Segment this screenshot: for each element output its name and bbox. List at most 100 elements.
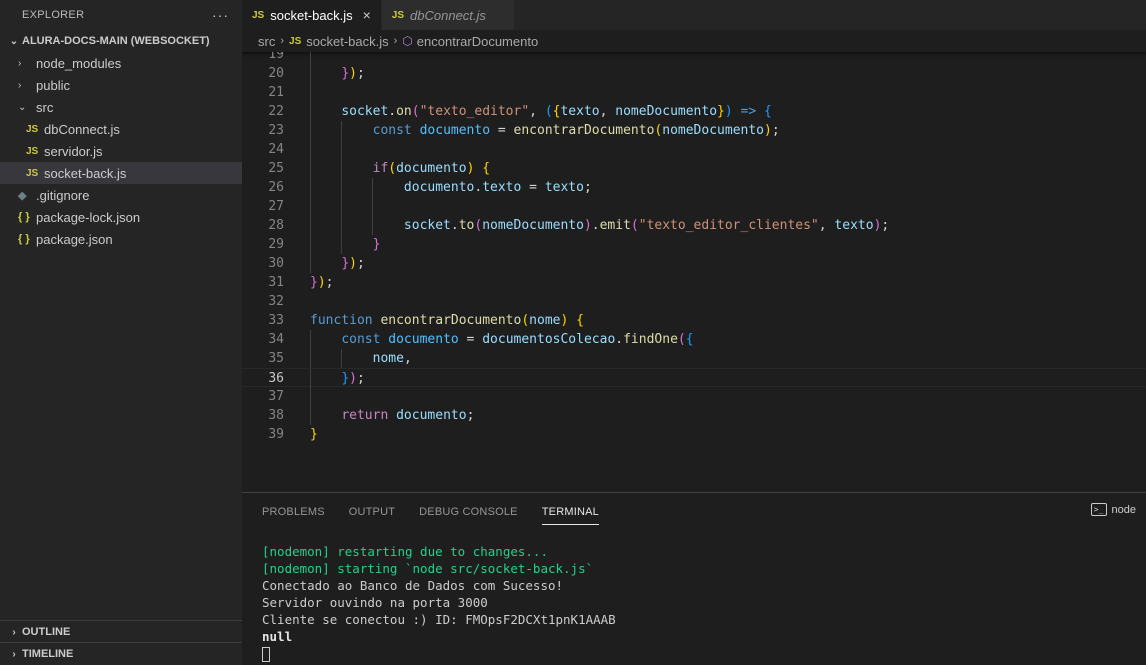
chevron-down-icon: ⌄ [18, 101, 27, 113]
code-line[interactable]: 34 const documento = documentosColecao.f… [242, 330, 1146, 349]
tree-item-label: .gitignore [36, 187, 90, 203]
terminal-line: Cliente se conectou :) ID: FMOpsF2DCXt1p… [262, 612, 616, 627]
tree-item[interactable]: › node_modules [0, 52, 242, 74]
code-line[interactable]: 33 function encontrarDocumento(nome) { [242, 311, 1146, 330]
code-text: return documento; [341, 408, 475, 423]
code-text: }); [341, 256, 365, 271]
panel-tabs: PROBLEMS OUTPUT DEBUG CONSOLE TERMINAL [242, 493, 623, 531]
terminal-selector[interactable]: >_ node [1090, 503, 1136, 516]
code-line[interactable]: 20 }); [242, 64, 1146, 83]
timeline-title: TIMELINE [22, 648, 74, 660]
js-file-icon: JS [26, 123, 39, 135]
code-line[interactable]: 30 }); [242, 254, 1146, 273]
code-line[interactable]: 35 nome, [242, 349, 1146, 368]
method-symbol-icon: ⬡ [402, 34, 413, 48]
code-line[interactable]: 37 [242, 387, 1146, 406]
timeline-section[interactable]: › TIMELINE [0, 642, 242, 665]
line-number: 31 [268, 275, 284, 290]
tree-item[interactable]: JS servidor.js [0, 140, 242, 162]
code-line[interactable]: 21 [242, 83, 1146, 102]
code-text: const documento = documentosColecao.find… [341, 332, 694, 347]
explorer-sidebar: EXPLORER ··· ⌄ ALURA-DOCS-MAIN (WEBSOCKE… [0, 0, 242, 665]
line-number: 27 [268, 199, 284, 214]
code-line[interactable]: 25 if(documento) { [242, 159, 1146, 178]
json-file-icon: { } [18, 211, 30, 223]
line-number: 25 [268, 161, 284, 176]
indent-guide [310, 83, 311, 102]
terminal-prompt[interactable] [262, 645, 616, 662]
tab-dbconnect[interactable]: JS dbConnect.js [381, 0, 515, 30]
indent-guide [341, 140, 343, 159]
code-line[interactable]: 27 [242, 197, 1146, 216]
tab-label: dbConnect.js [410, 7, 486, 23]
chevron-right-icon: › [280, 35, 285, 47]
code-text: } [372, 237, 381, 252]
tab-output[interactable]: OUTPUT [349, 500, 395, 524]
workspace-title: ALURA-DOCS-MAIN (WEBSOCKET) [22, 35, 210, 47]
breadcrumb-symbol[interactable]: encontrarDocumento [417, 34, 538, 49]
editor-tabs: JS socket-back.js × JS dbConnect.js [242, 0, 1146, 30]
code-editor[interactable]: 19 20 }); 21 22 socket.on("texto_editor", … [242, 52, 1146, 492]
explorer-header: EXPLORER ··· [0, 0, 242, 30]
terminal-line: Conectado ao Banco de Dados com Sucesso! [262, 578, 564, 593]
tab-debug-console[interactable]: DEBUG CONSOLE [419, 500, 518, 524]
code-line[interactable]: 22 socket.on("texto_editor", ({texto, no… [242, 102, 1146, 121]
bottom-panel: PROBLEMS OUTPUT DEBUG CONSOLE TERMINAL >… [242, 492, 1146, 665]
tab-problems[interactable]: PROBLEMS [262, 500, 325, 524]
line-number: 26 [268, 180, 284, 195]
code-text: if(documento) { [372, 161, 491, 176]
code-text: }); [341, 66, 365, 81]
tree-item[interactable]: › public [0, 74, 242, 96]
code-line[interactable]: 29 } [242, 235, 1146, 254]
code-line[interactable]: 24 [242, 140, 1146, 159]
code-line[interactable]: 19 [242, 52, 1146, 64]
code-text: const documento = encontrarDocumento(nom… [372, 123, 780, 138]
line-number: 30 [268, 256, 284, 271]
code-text: } [310, 427, 318, 442]
tree-item[interactable]: JS dbConnect.js [0, 118, 242, 140]
outline-section[interactable]: › OUTLINE [0, 620, 242, 643]
chevron-right-icon: › [12, 648, 16, 660]
close-icon[interactable]: × [363, 7, 371, 23]
code-text: }); [341, 371, 365, 386]
code-line[interactable]: 31}); [242, 273, 1146, 292]
indent-guide [310, 140, 311, 159]
chevron-right-icon: › [393, 35, 398, 47]
code-line[interactable]: 36 }); [242, 368, 1146, 388]
tree-item-label: dbConnect.js [44, 121, 120, 137]
git-file-icon: ◆ [18, 189, 27, 202]
terminal-output[interactable]: [nodemon] restarting due to changes... [n… [262, 543, 616, 662]
code-line[interactable]: 23 const documento = encontrarDocumento(… [242, 121, 1146, 140]
tree-item[interactable]: JS socket-back.js [0, 162, 242, 184]
code-line[interactable]: 38 return documento; [242, 406, 1146, 425]
tree-item[interactable]: { } package-lock.json [0, 206, 242, 228]
tab-terminal[interactable]: TERMINAL [541, 500, 599, 525]
file-tree: › node_modules › public ⌄ src JS dbConnect.js JS… [0, 52, 242, 250]
line-number: 21 [268, 85, 284, 100]
line-number: 34 [268, 332, 284, 347]
tab-socket-back[interactable]: JS socket-back.js × [242, 0, 382, 30]
code-line[interactable]: 39} [242, 425, 1146, 444]
code-text: documento.texto = texto; [403, 180, 592, 195]
code-line[interactable]: 28 socket.to(nomeDocumento).emit("texto_… [242, 216, 1146, 235]
tree-item[interactable]: { } package.json [0, 228, 242, 250]
code-line[interactable]: 32 [242, 292, 1146, 311]
outline-title: OUTLINE [22, 626, 71, 638]
tree-item[interactable]: ◆ .gitignore [0, 184, 242, 206]
code-text: }); [310, 275, 334, 290]
line-number: 35 [268, 351, 284, 366]
tree-item-label: socket-back.js [44, 165, 127, 181]
code-line[interactable]: 26 documento.texto = texto; [242, 178, 1146, 197]
more-actions-icon[interactable]: ··· [212, 7, 242, 23]
tree-item-label: servidor.js [44, 143, 103, 159]
js-file-icon: JS [26, 167, 39, 179]
breadcrumb-folder[interactable]: src [258, 34, 275, 49]
line-number: 29 [268, 237, 284, 252]
indent-guide [310, 387, 311, 406]
breadcrumb-file[interactable]: socket-back.js [306, 34, 388, 49]
tree-item[interactable]: ⌄ src [0, 96, 242, 118]
js-file-icon: JS [252, 9, 265, 21]
line-number: 28 [268, 218, 284, 233]
workspace-header[interactable]: ⌄ ALURA-DOCS-MAIN (WEBSOCKET) [0, 30, 242, 52]
